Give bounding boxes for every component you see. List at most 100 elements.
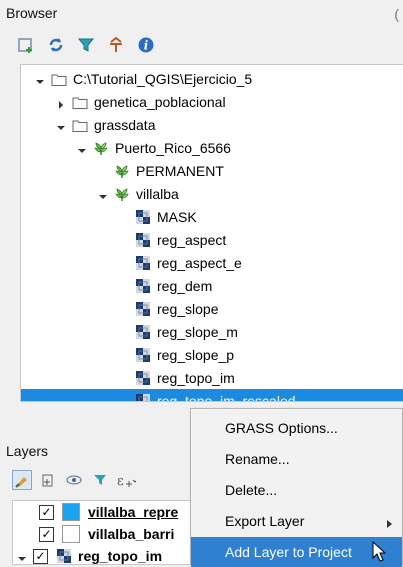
svg-text:i: i	[144, 39, 149, 53]
tree-item-label: Puerto_Rico_6566	[115, 139, 231, 156]
raster-icon	[135, 347, 151, 363]
tree-item-label: reg_topo_im_rescaled	[157, 392, 296, 402]
folder-icon	[72, 117, 88, 133]
grass-icon	[93, 140, 109, 156]
style-brush-icon[interactable]	[12, 470, 32, 490]
menu-item-label: GRASS Options...	[225, 420, 338, 436]
tree-item-label: reg_slope	[157, 300, 219, 317]
layer-item-label: reg_topo_im	[78, 548, 163, 564]
expanded-arrow-icon[interactable]	[56, 120, 66, 130]
menu-item-label: Delete...	[225, 482, 278, 498]
layer-visibility-checkbox[interactable]: ✓	[39, 504, 54, 520]
tree-item[interactable]: grassdata	[21, 113, 403, 136]
expanded-arrow-icon[interactable]	[17, 551, 27, 561]
collapse-all-icon[interactable]	[106, 35, 126, 55]
menu-item[interactable]: GRASS Options...	[191, 413, 402, 443]
tree-item[interactable]: reg_slope_p	[21, 343, 403, 366]
raster-icon	[135, 301, 151, 317]
tree-item-label: grassdata	[94, 116, 156, 133]
folder-icon	[51, 71, 67, 87]
grass-icon	[114, 163, 130, 179]
add-layer-icon[interactable]	[16, 35, 36, 55]
tree-item[interactable]: reg_aspect_e	[21, 251, 403, 274]
panel-edge-mark: (	[394, 6, 399, 22]
browser-tree[interactable]: C:\Tutorial_QGIS\Ejercicio_5 genetica_pob…	[20, 64, 403, 402]
raster-icon	[135, 255, 151, 271]
tree-item[interactable]: genetica_poblacional	[21, 90, 403, 113]
browser-panel-title: Browser	[6, 5, 58, 21]
info-icon[interactable]: i	[136, 35, 156, 55]
browser-toolbar: i	[16, 33, 156, 57]
tree-item-label: PERMANENT	[136, 162, 224, 179]
mouse-cursor-icon	[372, 541, 386, 562]
raster-icon	[135, 232, 151, 248]
raster-icon	[135, 393, 151, 401]
menu-item-label: Export Layer	[225, 513, 305, 529]
layer-color-swatch	[62, 503, 80, 521]
layers-toolbar: ε	[12, 470, 136, 490]
tree-item[interactable]: Puerto_Rico_6566	[21, 136, 403, 159]
raster-icon	[135, 370, 151, 386]
tree-item[interactable]: C:\Tutorial_QGIS\Ejercicio_5	[21, 67, 403, 90]
tree-item-label: reg_dem	[157, 277, 213, 294]
layer-color-swatch	[62, 525, 80, 543]
tree-item-label: reg_slope_p	[157, 346, 235, 363]
layer-visibility-checkbox[interactable]: ✓	[39, 526, 54, 542]
menu-item-label: Rename...	[225, 451, 290, 467]
tree-item[interactable]: reg_slope	[21, 297, 403, 320]
refresh-icon[interactable]	[46, 35, 66, 55]
add-group-icon[interactable]	[38, 470, 58, 490]
tree-item[interactable]: reg_slope_m	[21, 320, 403, 343]
raster-icon	[135, 278, 151, 294]
tree-item-label: reg_aspect	[157, 231, 227, 248]
layer-item-label: villalba_repre	[88, 504, 179, 520]
expression-filter-icon[interactable]: ε	[116, 470, 136, 490]
raster-icon	[135, 324, 151, 340]
tree-item-label: MASK	[157, 208, 197, 225]
tree-item-label: C:\Tutorial_QGIS\Ejercicio_5	[73, 70, 253, 87]
expanded-arrow-icon[interactable]	[98, 189, 108, 199]
layer-filter-icon[interactable]	[90, 470, 110, 490]
eye-icon[interactable]	[64, 470, 84, 490]
menu-item-label: Add Layer to Project	[225, 544, 352, 560]
raster-icon	[135, 209, 151, 225]
tree-item-label: reg_topo_im	[157, 369, 235, 386]
raster-icon	[56, 548, 72, 564]
submenu-arrow-icon	[386, 516, 394, 532]
expanded-arrow-icon[interactable]	[77, 143, 87, 153]
tree-item-label: reg_aspect_e	[157, 254, 242, 271]
menu-item[interactable]: Add Layer to Project	[191, 537, 402, 567]
collapsed-arrow-icon[interactable]	[56, 97, 66, 109]
tree-item-label: reg_slope_m	[157, 323, 238, 340]
tree-item[interactable]: villalba	[21, 182, 403, 205]
folder-icon	[72, 94, 88, 110]
menu-item[interactable]: Export Layer	[191, 506, 402, 536]
tree-item-label: genetica_poblacional	[94, 93, 226, 110]
layer-item-label: villalba_barri	[88, 526, 175, 542]
svg-text:ε: ε	[117, 474, 124, 488]
tree-item[interactable]: reg_aspect	[21, 228, 403, 251]
filter-icon[interactable]	[76, 35, 96, 55]
grass-icon	[114, 186, 130, 202]
tree-item[interactable]: MASK	[21, 205, 403, 228]
tree-item[interactable]: reg_dem	[21, 274, 403, 297]
menu-item[interactable]: Delete...	[191, 475, 402, 505]
layers-panel-title: Layers	[6, 443, 49, 459]
menu-item[interactable]: Rename...	[191, 444, 402, 474]
expanded-arrow-icon[interactable]	[35, 74, 45, 84]
tree-item[interactable]: reg_topo_im	[21, 366, 403, 389]
tree-item[interactable]: PERMANENT	[21, 159, 403, 182]
layer-visibility-checkbox[interactable]: ✓	[33, 548, 48, 564]
tree-item[interactable]: reg_topo_im_rescaled	[21, 389, 403, 402]
tree-item-label: villalba	[136, 185, 179, 202]
